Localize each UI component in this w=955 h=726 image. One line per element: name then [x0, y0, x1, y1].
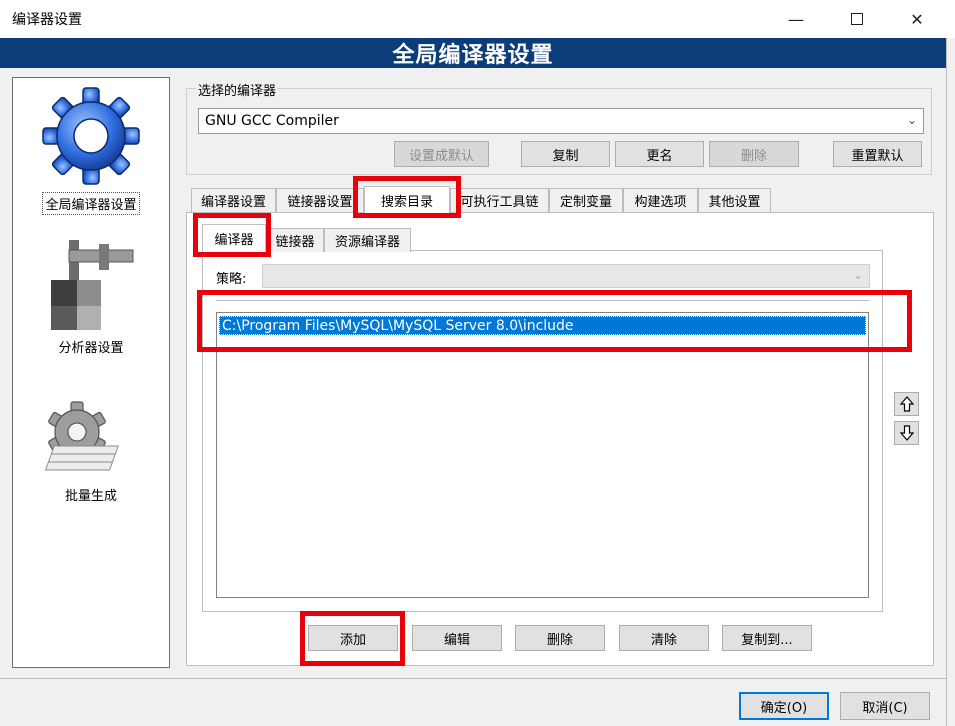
add-button[interactable]: 添加 — [308, 625, 398, 651]
edit-button[interactable]: 编辑 — [412, 625, 502, 651]
divider — [0, 678, 946, 679]
rename-compiler-button[interactable]: 更名 — [615, 141, 704, 167]
minimize-icon: — — [788, 9, 804, 29]
compiler-dropdown[interactable]: GNU GCC Compiler ⌄ — [198, 108, 924, 134]
close-icon: ✕ — [910, 9, 924, 29]
nav-item-batch-build[interactable]: 批量生成 — [13, 400, 169, 505]
nav-item-global-compiler[interactable]: 全局编译器设置 — [13, 84, 169, 215]
divider — [216, 300, 869, 301]
close-button[interactable]: ✕ — [894, 0, 940, 38]
tab-compiler-settings[interactable]: 编译器设置 — [191, 188, 276, 212]
nav-item-label: 批量生成 — [64, 489, 117, 504]
caliper-icon — [51, 240, 134, 330]
tab-toolchain-executables[interactable]: 可执行工具链 — [450, 188, 549, 212]
delete-button[interactable]: 删除 — [515, 625, 605, 651]
gear-papers-icon — [44, 401, 119, 471]
window-edge — [946, 38, 955, 726]
chevron-down-icon: ⌄ — [906, 113, 917, 127]
arrow-up-icon — [899, 396, 914, 412]
move-up-button[interactable] — [894, 392, 919, 416]
move-down-button[interactable] — [894, 421, 919, 445]
subtab-resource-compiler[interactable]: 资源编译器 — [324, 228, 411, 252]
tab-build-options[interactable]: 构建选项 — [623, 188, 698, 212]
clear-button[interactable]: 清除 — [619, 625, 709, 651]
tab-other-settings[interactable]: 其他设置 — [698, 188, 771, 212]
nav-item-label: 分析器设置 — [58, 341, 124, 356]
subtab-linker[interactable]: 链接器 — [266, 228, 324, 252]
nav-item-label: 全局编译器设置 — [42, 192, 140, 215]
policy-label: 策略: — [216, 272, 247, 287]
list-item[interactable]: C:\Program Files\MySQL\MySQL Server 8.0\… — [219, 316, 866, 335]
ok-button[interactable]: 确定(O) — [739, 692, 829, 720]
page-banner: 全局编译器设置 — [0, 38, 946, 68]
maximize-icon — [851, 13, 863, 25]
copy-to-button[interactable]: 复制到... — [722, 625, 812, 651]
copy-compiler-button[interactable]: 复制 — [521, 141, 610, 167]
delete-compiler-button[interactable]: 删除 — [709, 141, 799, 167]
compiler-dropdown-value: GNU GCC Compiler — [205, 113, 339, 129]
settings-nav-panel: 全局编译器设置 分析器设置 批量生成 — [12, 77, 170, 668]
chevron-down-icon: ⌄ — [852, 268, 863, 282]
set-default-button[interactable]: 设置成默认 — [394, 141, 489, 167]
tab-linker-settings[interactable]: 链接器设置 — [276, 188, 364, 212]
search-directory-list[interactable]: C:\Program Files\MySQL\MySQL Server 8.0\… — [216, 312, 869, 598]
gear-icon — [42, 87, 140, 185]
subtab-compiler[interactable]: 编译器 — [202, 224, 266, 251]
tab-custom-variables[interactable]: 定制变量 — [549, 188, 623, 212]
minimize-button[interactable]: — — [773, 0, 819, 38]
maximize-button[interactable] — [834, 0, 880, 38]
reset-defaults-button[interactable]: 重置默认 — [833, 141, 922, 167]
arrow-down-icon — [899, 425, 914, 441]
cancel-button[interactable]: 取消(C) — [840, 692, 930, 720]
nav-item-profiler[interactable]: 分析器设置 — [13, 236, 169, 357]
policy-dropdown[interactable]: ⌄ — [262, 264, 870, 288]
tab-search-directories[interactable]: 搜索目录 — [364, 186, 450, 213]
window-title: 编译器设置 — [12, 12, 82, 28]
group-legend: 选择的编译器 — [196, 80, 279, 99]
